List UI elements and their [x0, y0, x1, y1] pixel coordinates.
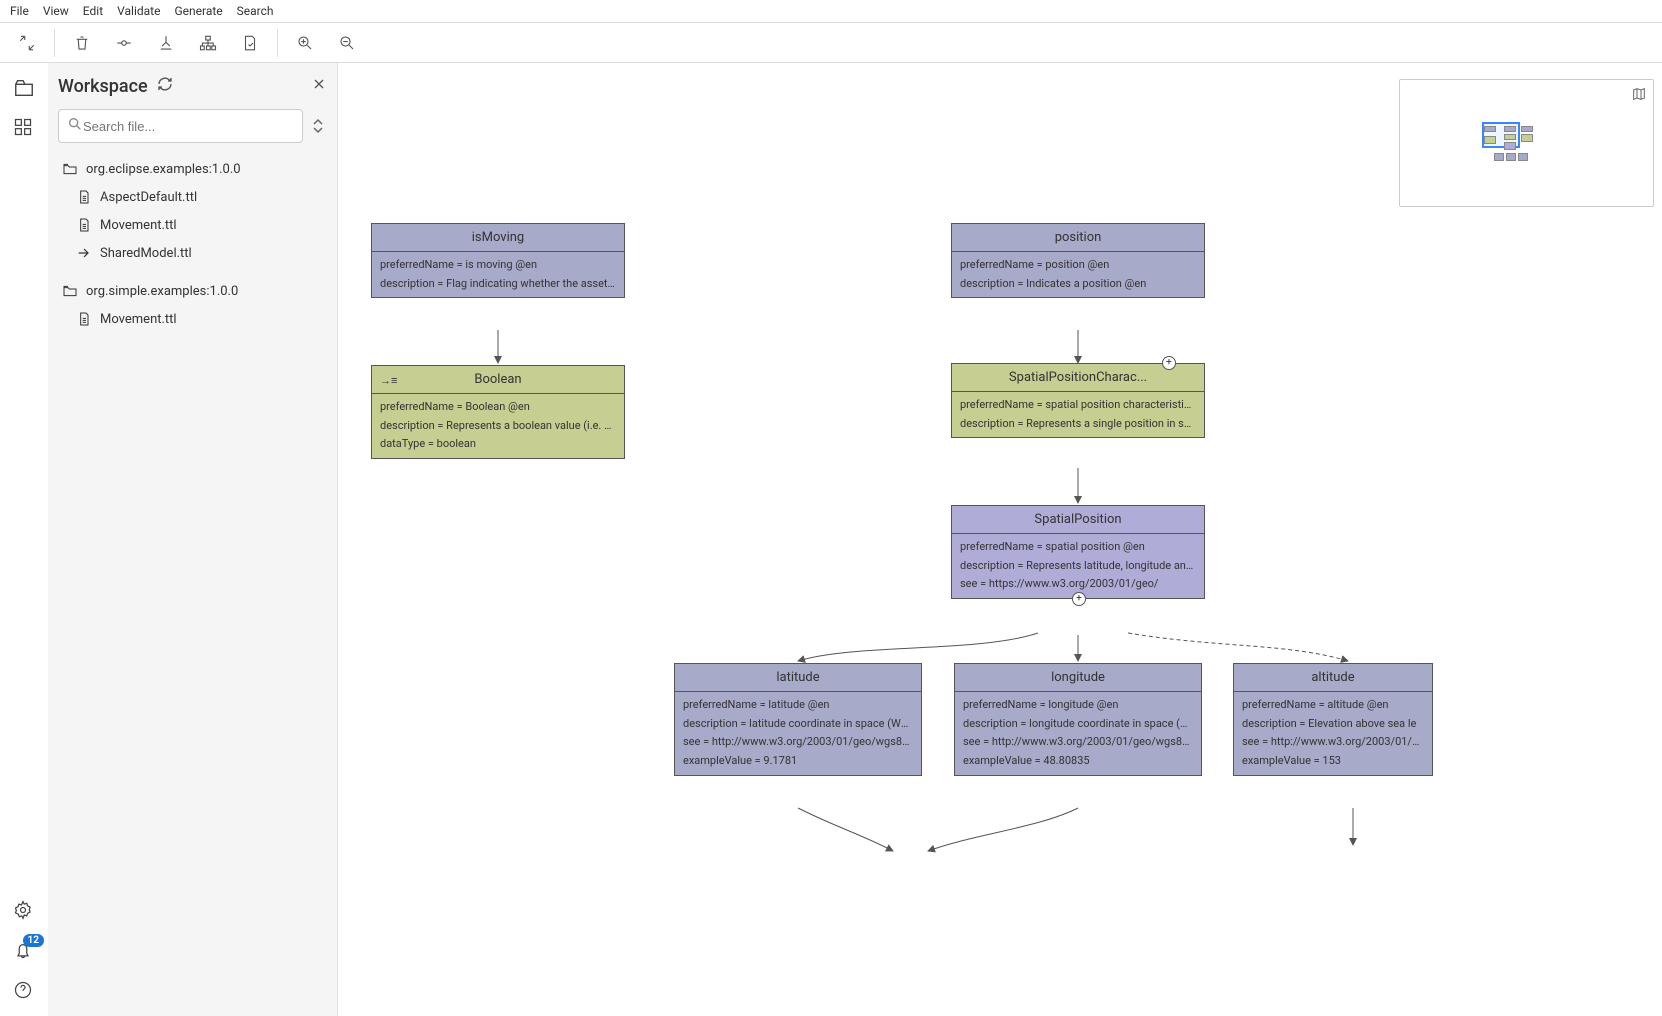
- node-prop: description = Represents a boolean value…: [380, 417, 616, 436]
- characteristic-icon: →≡: [380, 374, 397, 387]
- icon-rail: 12: [0, 63, 48, 1016]
- node-prop: description = Elevation above sea le: [1242, 715, 1424, 734]
- tree-icon[interactable]: [189, 24, 227, 62]
- file-icon: [76, 217, 92, 233]
- collapse-icon[interactable]: [8, 24, 46, 62]
- port-icon[interactable]: +: [1072, 592, 1086, 606]
- node-title: altitude: [1234, 664, 1432, 692]
- workspace-icon[interactable]: [13, 77, 35, 99]
- folder-icon: [62, 161, 78, 177]
- menu-search[interactable]: Search: [237, 4, 274, 18]
- node-title: →≡ Boolean: [372, 366, 624, 394]
- connection-icon[interactable]: [105, 24, 143, 62]
- notification-badge: 12: [23, 934, 44, 947]
- node-spatialposition[interactable]: SpatialPosition preferredName = spatial …: [951, 505, 1205, 599]
- file-label: Movement.ttl: [100, 218, 177, 233]
- zoom-in-icon[interactable]: [286, 24, 324, 62]
- folder-eclipse[interactable]: org.eclipse.examples:1.0.0: [58, 155, 327, 183]
- menu-edit[interactable]: Edit: [83, 4, 103, 18]
- menu-validate[interactable]: Validate: [117, 4, 160, 18]
- node-prop: exampleValue = 48.80835: [963, 752, 1193, 771]
- node-prop: preferredName = position @en: [960, 256, 1196, 275]
- node-title: latitude: [675, 664, 921, 692]
- notifications-icon[interactable]: 12: [13, 940, 35, 962]
- settings-icon[interactable]: [13, 900, 35, 922]
- workspace-sidebar: Workspace org.eclip: [48, 63, 338, 1016]
- menu-generate[interactable]: Generate: [174, 4, 222, 18]
- node-prop: preferredName = latitude @en: [683, 696, 913, 715]
- folder-icon: [62, 283, 78, 299]
- node-prop: see = http://www.w3.org/2003/01/geo/wgs8…: [683, 733, 913, 752]
- help-icon[interactable]: [13, 980, 35, 1002]
- node-title: isMoving: [372, 224, 624, 252]
- file-movement2[interactable]: Movement.ttl: [58, 305, 327, 333]
- node-prop: preferredName = altitude @en: [1242, 696, 1424, 715]
- node-altitude[interactable]: altitude preferredName = altitude @en de…: [1233, 663, 1433, 776]
- sidebar-title: Workspace: [58, 76, 148, 97]
- node-prop: exampleValue = 9.1781: [683, 752, 913, 771]
- node-prop: description = Indicates a position @en: [960, 275, 1196, 294]
- search-icon: [67, 116, 83, 136]
- node-prop: dataType = boolean: [380, 435, 616, 454]
- file-label: SharedModel.ttl: [100, 246, 192, 261]
- node-prop: description = Represents latitude, longi…: [960, 557, 1196, 576]
- menu-view[interactable]: View: [43, 4, 69, 18]
- node-prop: preferredName = longitude @en: [963, 696, 1193, 715]
- node-title: SpatialPositionCharac...: [952, 364, 1204, 392]
- zoom-out-icon[interactable]: [328, 24, 366, 62]
- search-input[interactable]: [83, 119, 294, 134]
- collapse-tree-icon[interactable]: [309, 118, 327, 134]
- menu-file[interactable]: File: [10, 4, 29, 18]
- node-prop: description = Flag indicating whether th…: [380, 275, 616, 294]
- folder-label: org.simple.examples:1.0.0: [86, 284, 238, 299]
- file-label: Movement.ttl: [100, 312, 177, 327]
- node-prop: preferredName = is moving @en: [380, 256, 616, 275]
- node-prop: description = latitude coordinate in spa…: [683, 715, 913, 734]
- node-title: longitude: [955, 664, 1201, 692]
- refresh-icon[interactable]: [156, 75, 174, 97]
- node-ismoving[interactable]: isMoving preferredName = is moving @en d…: [371, 223, 625, 298]
- file-movement1[interactable]: Movement.ttl: [58, 211, 327, 239]
- file-icon: [76, 189, 92, 205]
- file-sharedmodel[interactable]: SharedModel.ttl: [58, 239, 327, 267]
- format-icon[interactable]: [147, 24, 185, 62]
- node-prop: description = longitude coordinate in sp…: [963, 715, 1193, 734]
- node-spatialpositioncharac[interactable]: + SpatialPositionCharac... preferredName…: [951, 363, 1205, 438]
- folder-simple[interactable]: org.simple.examples:1.0.0: [58, 277, 327, 305]
- node-boolean[interactable]: →≡ Boolean preferredName = Boolean @en d…: [371, 365, 625, 459]
- apps-icon[interactable]: [13, 117, 35, 139]
- node-prop: see = http://www.w3.org/2003/01/geo: [1242, 733, 1424, 752]
- node-longitude[interactable]: longitude preferredName = longitude @en …: [954, 663, 1202, 776]
- node-title: position: [952, 224, 1204, 252]
- document-icon[interactable]: [231, 24, 269, 62]
- node-prop: description = Represents a single positi…: [960, 415, 1196, 434]
- node-prop: preferredName = spatial position charact…: [960, 396, 1196, 415]
- menu-bar: File View Edit Validate Generate Search: [0, 0, 1662, 23]
- node-position[interactable]: position preferredName = position @en de…: [951, 223, 1205, 298]
- file-aspectdefault[interactable]: AspectDefault.ttl: [58, 183, 327, 211]
- minimap[interactable]: [1399, 79, 1654, 207]
- node-prop: see = http://www.w3.org/2003/01/geo/wgs8…: [963, 733, 1193, 752]
- close-icon[interactable]: [311, 76, 327, 96]
- file-label: AspectDefault.ttl: [100, 190, 197, 205]
- map-icon[interactable]: [1631, 86, 1647, 106]
- toolbar: [0, 23, 1662, 63]
- node-latitude[interactable]: latitude preferredName = latitude @en de…: [674, 663, 922, 776]
- node-prop: preferredName = Boolean @en: [380, 398, 616, 417]
- node-title: SpatialPosition: [952, 506, 1204, 534]
- node-prop: preferredName = spatial position @en: [960, 538, 1196, 557]
- folder-label: org.eclipse.examples:1.0.0: [86, 162, 241, 177]
- file-icon: [76, 311, 92, 327]
- link-icon: [76, 245, 92, 261]
- delete-icon[interactable]: [63, 24, 101, 62]
- diagram-canvas[interactable]: isMoving preferredName = is moving @en d…: [338, 63, 1662, 1016]
- node-prop: exampleValue = 153: [1242, 752, 1424, 771]
